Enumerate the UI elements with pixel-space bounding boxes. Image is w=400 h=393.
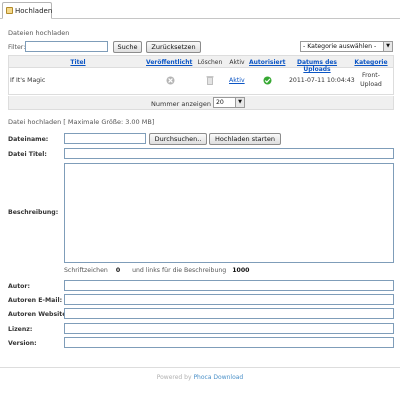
file-title-label: Datei Titel: <box>8 151 47 158</box>
author-email-input[interactable] <box>64 294 394 305</box>
category-select-value: - Kategorie auswählen - <box>303 43 377 50</box>
files-table: Titel Veröffentlicht Löschen Aktiv Autor… <box>8 55 394 95</box>
column-header-delete: Löschen <box>197 59 223 66</box>
char-count-value: 0 <box>115 267 121 274</box>
description-label: Beschreibung: <box>8 209 59 216</box>
row-upload-date: 2011-07-11 10:04:43 <box>289 77 355 84</box>
pager-select-value: 20 <box>216 99 224 106</box>
upload-section-title: Datei hochladen [ Maximale Größe: 3.00 M… <box>8 118 155 126</box>
filename-label: Dateiname: <box>8 136 49 143</box>
reset-button[interactable]: Zurücksetzen <box>146 41 201 53</box>
filter-input[interactable] <box>25 41 108 52</box>
authorized-check-icon[interactable] <box>263 76 272 85</box>
author-website-input[interactable] <box>64 308 394 319</box>
column-header-upload-date[interactable]: Datums des Uploads <box>287 59 347 73</box>
pager-bar: Nummer anzeigen 20 ▼ <box>8 96 394 110</box>
license-label: Lizenz: <box>8 326 33 333</box>
chevron-down-icon: ▼ <box>235 98 244 107</box>
filename-input[interactable] <box>64 133 146 144</box>
file-title-input[interactable] <box>64 148 394 159</box>
tab-upload[interactable]: Hochladen <box>2 2 52 19</box>
chevron-down-icon: ▼ <box>383 42 392 51</box>
start-upload-button[interactable]: Hochladen starten <box>209 133 281 145</box>
char-counter: Schriftzeichen 0 und links für die Besch… <box>64 267 249 274</box>
category-select[interactable]: - Kategorie auswählen - ▼ <box>300 41 393 52</box>
license-input[interactable] <box>64 323 394 334</box>
column-header-category[interactable]: Kategorie <box>349 59 393 66</box>
column-header-published[interactable]: Veröffentlicht <box>146 59 192 66</box>
trash-icon[interactable] <box>206 75 214 85</box>
folder-icon <box>6 7 13 14</box>
author-input[interactable] <box>64 280 394 291</box>
browse-button[interactable]: Durchsuchen.. <box>149 133 207 145</box>
author-label: Autor: <box>8 283 30 290</box>
footer: Powered by Phoca Download <box>0 374 400 381</box>
published-icon[interactable] <box>166 76 175 85</box>
filter-label: Filter: <box>8 44 26 51</box>
pager-label: Nummer anzeigen <box>151 100 211 108</box>
files-section-title: Dateien hochladen <box>8 29 70 37</box>
column-header-title[interactable]: Titel <box>9 59 147 66</box>
tab-bar: Hochladen <box>0 0 400 19</box>
column-header-active: Aktiv <box>229 59 245 66</box>
footer-divider <box>0 367 400 368</box>
row-title: If It's Magic <box>10 77 46 84</box>
row-category-line1: Front- <box>362 72 380 79</box>
char-left-value: 1000 <box>232 267 250 274</box>
pager-select[interactable]: 20 ▼ <box>213 97 245 108</box>
footer-brand-link[interactable]: Phoca Download <box>193 374 243 381</box>
author-website-label: Autoren Website: <box>8 311 69 318</box>
row-category-line2: Upload <box>360 81 382 88</box>
description-textarea[interactable] <box>64 163 394 263</box>
author-email-label: Autoren E-Mail: <box>8 297 63 304</box>
version-label: Version: <box>8 340 37 347</box>
version-input[interactable] <box>64 337 394 348</box>
char-left-text: und links für die Beschreibung <box>132 267 227 274</box>
table-header: Titel Veröffentlicht Löschen Aktiv Autor… <box>9 56 393 73</box>
column-header-authorized[interactable]: Autorisiert <box>249 59 285 66</box>
tab-upload-label: Hochladen <box>15 7 53 15</box>
row-active-link[interactable]: Aktiv <box>229 77 245 84</box>
char-count-prefix: Schriftzeichen <box>64 267 108 274</box>
footer-powered-by: Powered by <box>156 374 192 381</box>
search-button[interactable]: Suche <box>113 41 142 53</box>
